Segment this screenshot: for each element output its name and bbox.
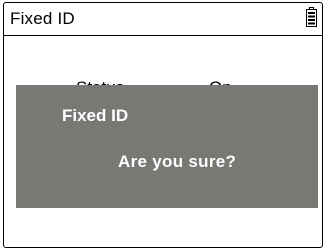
dialog-title: Fixed ID	[62, 106, 129, 125]
phone-screen: Fixed ID Status On Fixed ID Are you sure…	[3, 2, 323, 248]
confirm-dialog: Fixed ID Are you sure?	[16, 85, 318, 208]
screen-header: Fixed ID	[4, 3, 322, 36]
battery-icon	[306, 7, 317, 27]
screen-title: Fixed ID	[10, 9, 75, 28]
dialog-message: Are you sure?	[118, 152, 237, 171]
